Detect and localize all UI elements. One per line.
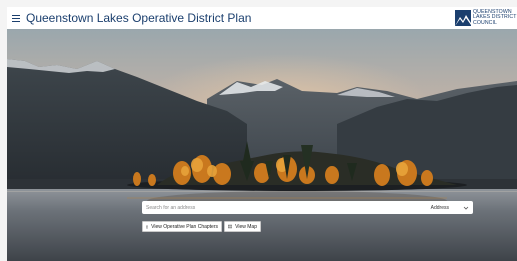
map-icon — [228, 224, 233, 229]
logo-line-3: COUNCIL — [473, 19, 498, 26]
hero-image — [7, 29, 517, 261]
address-search-bar: Address — [142, 201, 473, 214]
header-bar: Queenstown Lakes Operative District Plan… — [7, 7, 517, 29]
view-chapters-label: View Operative Plan Chapters — [151, 223, 218, 230]
page-title[interactable]: Queenstown Lakes Operative District Plan — [26, 11, 251, 25]
chevron-down-icon — [463, 206, 469, 210]
view-chapters-button[interactable]: View Operative Plan Chapters — [142, 221, 222, 232]
search-type-select[interactable]: Address — [431, 205, 469, 211]
search-type-value: Address — [430, 204, 449, 211]
search-input[interactable] — [146, 204, 431, 211]
view-map-label: View Map — [235, 223, 257, 230]
council-logo[interactable]: QUEENSTOWN LAKES DISTRICT COUNCIL — [455, 8, 517, 28]
hamburger-menu-icon[interactable] — [12, 13, 22, 23]
lake-landscape-image — [7, 29, 517, 261]
logo-text: QUEENSTOWN LAKES DISTRICT COUNCIL — [473, 9, 517, 27]
view-map-button[interactable]: View Map — [224, 221, 261, 232]
document-icon — [146, 225, 149, 228]
mountain-logo-icon — [455, 10, 471, 26]
